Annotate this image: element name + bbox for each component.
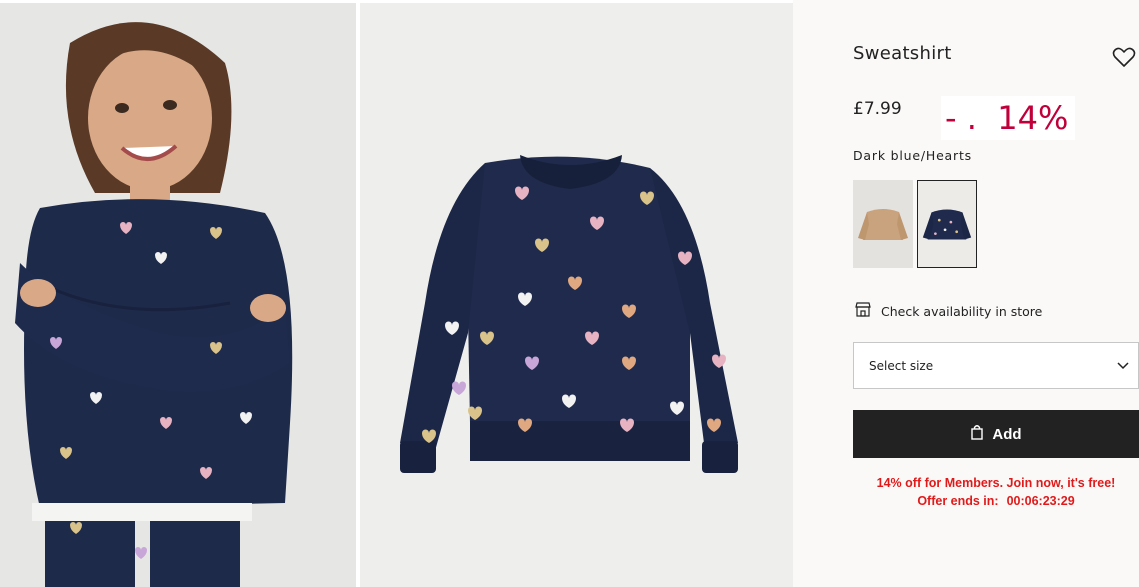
size-select-label: Select size xyxy=(869,358,934,373)
offer-label: Offer ends in: xyxy=(917,494,999,508)
countdown-timer: 00:06:23:29 xyxy=(1006,494,1075,508)
discount-badge: - . 14% xyxy=(941,96,1075,140)
swatch-dark-blue-hearts[interactable] xyxy=(917,180,977,268)
product-photo-illustration xyxy=(360,3,793,587)
product-title: Sweatshirt xyxy=(853,43,952,64)
add-to-bag-button[interactable]: Add xyxy=(853,410,1139,458)
color-name: Dark blue/Hearts xyxy=(853,148,972,163)
add-button-label: Add xyxy=(992,425,1022,443)
product-price: £7.99 xyxy=(853,99,902,119)
swatch-beige[interactable] xyxy=(853,180,913,268)
product-info-panel: Sweatshirt £7.99 - . 14% Dark blue/Heart… xyxy=(793,0,1139,587)
swatch-dark-blue-hearts-thumbnail xyxy=(922,209,972,240)
bag-icon xyxy=(970,424,984,444)
model-photo[interactable] xyxy=(0,3,356,587)
heart-outline-icon[interactable] xyxy=(1111,44,1137,70)
member-promo: 14% off for Members. Join now, it's free… xyxy=(853,474,1139,510)
product-photo[interactable] xyxy=(360,3,793,587)
promo-message: 14% off for Members. Join now, it's free… xyxy=(876,476,1116,490)
chevron-down-icon xyxy=(1116,360,1130,374)
size-select[interactable]: Select size xyxy=(853,342,1139,389)
swatch-beige-thumbnail xyxy=(858,209,908,240)
offer-timer-row: Offer ends in: 00:06:23:29 xyxy=(853,492,1139,510)
check-availability-label: Check availability in store xyxy=(881,304,1043,319)
store-icon xyxy=(855,302,871,321)
model-photo-illustration xyxy=(0,3,356,587)
check-availability-link[interactable]: Check availability in store xyxy=(855,302,1042,321)
